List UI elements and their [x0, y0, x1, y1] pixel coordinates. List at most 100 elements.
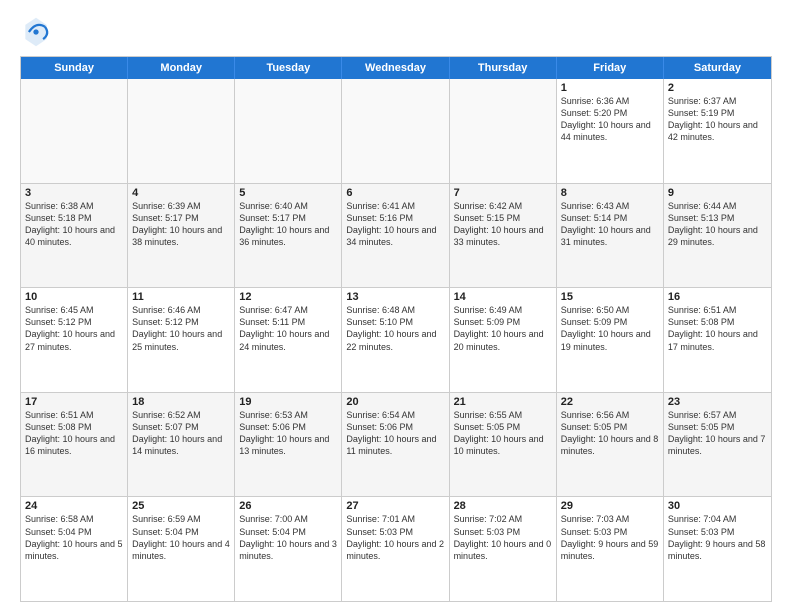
day-number: 28 — [454, 500, 552, 512]
cell-info: Sunrise: 6:50 AM Sunset: 5:09 PM Dayligh… — [561, 304, 659, 353]
calendar-cell: 1Sunrise: 6:36 AM Sunset: 5:20 PM Daylig… — [557, 79, 664, 183]
day-number: 25 — [132, 500, 230, 512]
cell-info: Sunrise: 7:01 AM Sunset: 5:03 PM Dayligh… — [346, 513, 444, 562]
calendar-cell: 30Sunrise: 7:04 AM Sunset: 5:03 PM Dayli… — [664, 497, 771, 601]
cell-info: Sunrise: 6:44 AM Sunset: 5:13 PM Dayligh… — [668, 200, 767, 249]
header-day-thursday: Thursday — [450, 57, 557, 79]
day-number: 27 — [346, 500, 444, 512]
cell-info: Sunrise: 6:52 AM Sunset: 5:07 PM Dayligh… — [132, 409, 230, 458]
cell-info: Sunrise: 6:38 AM Sunset: 5:18 PM Dayligh… — [25, 200, 123, 249]
calendar-cell — [235, 79, 342, 183]
day-number: 12 — [239, 291, 337, 303]
cell-info: Sunrise: 6:47 AM Sunset: 5:11 PM Dayligh… — [239, 304, 337, 353]
calendar-row-1: 3Sunrise: 6:38 AM Sunset: 5:18 PM Daylig… — [21, 184, 771, 289]
day-number: 14 — [454, 291, 552, 303]
day-number: 17 — [25, 396, 123, 408]
day-number: 24 — [25, 500, 123, 512]
logo-icon — [20, 16, 52, 48]
calendar-row-2: 10Sunrise: 6:45 AM Sunset: 5:12 PM Dayli… — [21, 288, 771, 393]
header-day-wednesday: Wednesday — [342, 57, 449, 79]
calendar-cell — [21, 79, 128, 183]
day-number: 10 — [25, 291, 123, 303]
cell-info: Sunrise: 6:56 AM Sunset: 5:05 PM Dayligh… — [561, 409, 659, 458]
cell-info: Sunrise: 6:41 AM Sunset: 5:16 PM Dayligh… — [346, 200, 444, 249]
header-day-monday: Monday — [128, 57, 235, 79]
day-number: 3 — [25, 187, 123, 199]
calendar-cell: 26Sunrise: 7:00 AM Sunset: 5:04 PM Dayli… — [235, 497, 342, 601]
calendar-cell: 8Sunrise: 6:43 AM Sunset: 5:14 PM Daylig… — [557, 184, 664, 288]
day-number: 21 — [454, 396, 552, 408]
calendar-cell: 25Sunrise: 6:59 AM Sunset: 5:04 PM Dayli… — [128, 497, 235, 601]
cell-info: Sunrise: 6:37 AM Sunset: 5:19 PM Dayligh… — [668, 95, 767, 144]
calendar-cell: 10Sunrise: 6:45 AM Sunset: 5:12 PM Dayli… — [21, 288, 128, 392]
header — [20, 16, 772, 48]
calendar-cell: 18Sunrise: 6:52 AM Sunset: 5:07 PM Dayli… — [128, 393, 235, 497]
calendar-cell: 9Sunrise: 6:44 AM Sunset: 5:13 PM Daylig… — [664, 184, 771, 288]
header-day-sunday: Sunday — [21, 57, 128, 79]
day-number: 9 — [668, 187, 767, 199]
calendar-header: SundayMondayTuesdayWednesdayThursdayFrid… — [21, 57, 771, 79]
cell-info: Sunrise: 6:51 AM Sunset: 5:08 PM Dayligh… — [25, 409, 123, 458]
cell-info: Sunrise: 6:42 AM Sunset: 5:15 PM Dayligh… — [454, 200, 552, 249]
day-number: 29 — [561, 500, 659, 512]
logo — [20, 16, 56, 48]
day-number: 26 — [239, 500, 337, 512]
calendar-cell: 28Sunrise: 7:02 AM Sunset: 5:03 PM Dayli… — [450, 497, 557, 601]
day-number: 4 — [132, 187, 230, 199]
day-number: 30 — [668, 500, 767, 512]
day-number: 22 — [561, 396, 659, 408]
day-number: 20 — [346, 396, 444, 408]
calendar-cell: 7Sunrise: 6:42 AM Sunset: 5:15 PM Daylig… — [450, 184, 557, 288]
day-number: 13 — [346, 291, 444, 303]
calendar-cell: 17Sunrise: 6:51 AM Sunset: 5:08 PM Dayli… — [21, 393, 128, 497]
header-day-friday: Friday — [557, 57, 664, 79]
day-number: 5 — [239, 187, 337, 199]
day-number: 19 — [239, 396, 337, 408]
cell-info: Sunrise: 6:59 AM Sunset: 5:04 PM Dayligh… — [132, 513, 230, 562]
cell-info: Sunrise: 7:03 AM Sunset: 5:03 PM Dayligh… — [561, 513, 659, 562]
calendar-cell: 3Sunrise: 6:38 AM Sunset: 5:18 PM Daylig… — [21, 184, 128, 288]
cell-info: Sunrise: 7:00 AM Sunset: 5:04 PM Dayligh… — [239, 513, 337, 562]
calendar-cell: 19Sunrise: 6:53 AM Sunset: 5:06 PM Dayli… — [235, 393, 342, 497]
cell-info: Sunrise: 6:39 AM Sunset: 5:17 PM Dayligh… — [132, 200, 230, 249]
cell-info: Sunrise: 6:40 AM Sunset: 5:17 PM Dayligh… — [239, 200, 337, 249]
cell-info: Sunrise: 6:48 AM Sunset: 5:10 PM Dayligh… — [346, 304, 444, 353]
calendar-cell: 6Sunrise: 6:41 AM Sunset: 5:16 PM Daylig… — [342, 184, 449, 288]
day-number: 15 — [561, 291, 659, 303]
calendar-cell: 5Sunrise: 6:40 AM Sunset: 5:17 PM Daylig… — [235, 184, 342, 288]
cell-info: Sunrise: 7:02 AM Sunset: 5:03 PM Dayligh… — [454, 513, 552, 562]
day-number: 23 — [668, 396, 767, 408]
calendar-cell: 11Sunrise: 6:46 AM Sunset: 5:12 PM Dayli… — [128, 288, 235, 392]
calendar-cell: 27Sunrise: 7:01 AM Sunset: 5:03 PM Dayli… — [342, 497, 449, 601]
calendar-cell — [342, 79, 449, 183]
calendar-cell: 24Sunrise: 6:58 AM Sunset: 5:04 PM Dayli… — [21, 497, 128, 601]
cell-info: Sunrise: 6:46 AM Sunset: 5:12 PM Dayligh… — [132, 304, 230, 353]
cell-info: Sunrise: 6:57 AM Sunset: 5:05 PM Dayligh… — [668, 409, 767, 458]
cell-info: Sunrise: 6:53 AM Sunset: 5:06 PM Dayligh… — [239, 409, 337, 458]
calendar-cell: 21Sunrise: 6:55 AM Sunset: 5:05 PM Dayli… — [450, 393, 557, 497]
cell-info: Sunrise: 6:49 AM Sunset: 5:09 PM Dayligh… — [454, 304, 552, 353]
calendar-cell — [450, 79, 557, 183]
calendar-cell: 20Sunrise: 6:54 AM Sunset: 5:06 PM Dayli… — [342, 393, 449, 497]
day-number: 6 — [346, 187, 444, 199]
calendar-row-4: 24Sunrise: 6:58 AM Sunset: 5:04 PM Dayli… — [21, 497, 771, 601]
calendar-row-3: 17Sunrise: 6:51 AM Sunset: 5:08 PM Dayli… — [21, 393, 771, 498]
calendar-cell — [128, 79, 235, 183]
day-number: 16 — [668, 291, 767, 303]
calendar-cell: 15Sunrise: 6:50 AM Sunset: 5:09 PM Dayli… — [557, 288, 664, 392]
day-number: 7 — [454, 187, 552, 199]
calendar-cell: 12Sunrise: 6:47 AM Sunset: 5:11 PM Dayli… — [235, 288, 342, 392]
day-number: 2 — [668, 82, 767, 94]
cell-info: Sunrise: 6:51 AM Sunset: 5:08 PM Dayligh… — [668, 304, 767, 353]
calendar-cell: 14Sunrise: 6:49 AM Sunset: 5:09 PM Dayli… — [450, 288, 557, 392]
calendar-cell: 2Sunrise: 6:37 AM Sunset: 5:19 PM Daylig… — [664, 79, 771, 183]
day-number: 18 — [132, 396, 230, 408]
calendar-row-0: 1Sunrise: 6:36 AM Sunset: 5:20 PM Daylig… — [21, 79, 771, 184]
cell-info: Sunrise: 6:43 AM Sunset: 5:14 PM Dayligh… — [561, 200, 659, 249]
cell-info: Sunrise: 6:36 AM Sunset: 5:20 PM Dayligh… — [561, 95, 659, 144]
day-number: 8 — [561, 187, 659, 199]
calendar-cell: 4Sunrise: 6:39 AM Sunset: 5:17 PM Daylig… — [128, 184, 235, 288]
cell-info: Sunrise: 6:54 AM Sunset: 5:06 PM Dayligh… — [346, 409, 444, 458]
cell-info: Sunrise: 6:55 AM Sunset: 5:05 PM Dayligh… — [454, 409, 552, 458]
calendar: SundayMondayTuesdayWednesdayThursdayFrid… — [20, 56, 772, 602]
